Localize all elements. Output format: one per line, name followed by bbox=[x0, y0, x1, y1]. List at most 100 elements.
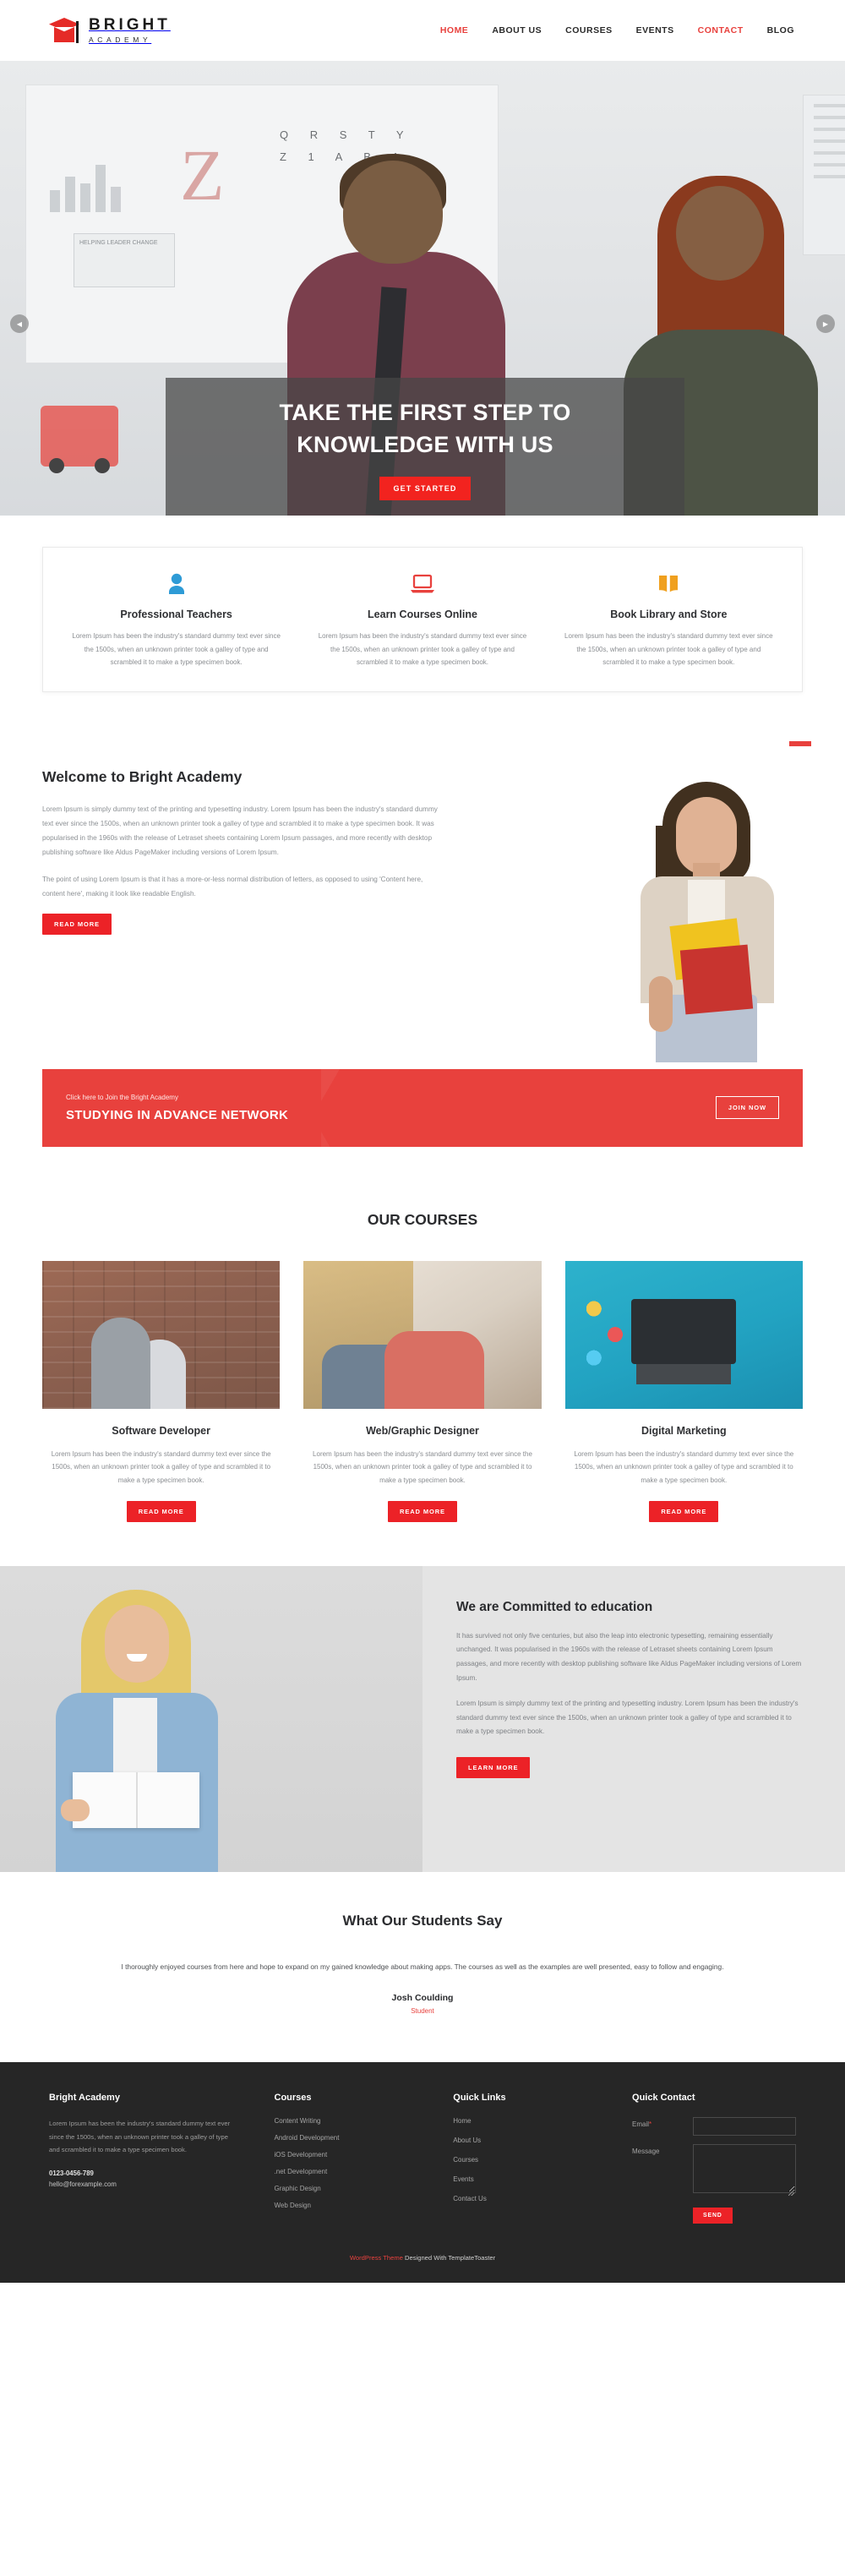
course-image bbox=[42, 1260, 281, 1409]
feature-title: Learn Courses Online bbox=[368, 609, 477, 620]
committed-paragraph-1: It has survived not only five centuries,… bbox=[456, 1631, 802, 1682]
welcome-read-more-button[interactable]: READ MORE bbox=[42, 914, 112, 936]
nav-item-events[interactable]: EVENTS bbox=[635, 20, 676, 41]
nav-item-home[interactable]: HOME bbox=[439, 20, 471, 41]
welcome-section: Welcome to Bright Academy Lorem Ipsum is… bbox=[0, 725, 845, 1069]
learn-more-button[interactable]: LEARN MORE bbox=[456, 1757, 531, 1779]
footer-credit: WordPress Theme Designed With TemplateTo… bbox=[350, 2254, 495, 2262]
feature-book-library-and-store: Book Library and Store Lorem Ipsum has b… bbox=[546, 570, 792, 669]
courses-grid: Software Developer Lorem Ipsum has been … bbox=[42, 1260, 803, 1522]
open-book-icon bbox=[563, 570, 775, 598]
footer-credit-text: Designed With TemplateToaster bbox=[402, 2254, 496, 2262]
course-text: Lorem Ipsum has been the industry's stan… bbox=[51, 1449, 271, 1484]
footer-about-column: Bright Academy Lorem Ipsum has been the … bbox=[49, 2093, 275, 2224]
footer-bottom-bar: WordPress Theme Designed With TemplateTo… bbox=[49, 2224, 796, 2283]
footer-about-text: Lorem Ipsum has been the industry's stan… bbox=[49, 2120, 231, 2154]
email-label-text: Email bbox=[632, 2120, 650, 2129]
logo-text: BRIGHT ACADEMY bbox=[89, 17, 171, 44]
nav-item-courses[interactable]: COURSES bbox=[564, 20, 613, 41]
footer-quick-contact-column: Quick Contact Email* Message SEND bbox=[632, 2093, 797, 2224]
feature-text: Lorem Ipsum has been the industry's stan… bbox=[318, 632, 527, 667]
message-field[interactable] bbox=[693, 2144, 797, 2194]
footer-link-content-writing[interactable]: Content Writing bbox=[275, 2117, 454, 2125]
feature-professional-teachers: Professional Teachers Lorem Ipsum has be… bbox=[53, 570, 299, 669]
join-subtitle: Click here to Join the Bright Academy bbox=[66, 1093, 178, 1101]
logo-primary-text: BRIGHT bbox=[89, 16, 171, 35]
footer-phone[interactable]: 0123-0456-789 bbox=[49, 2169, 241, 2177]
course-text: Lorem Ipsum has been the industry's stan… bbox=[574, 1449, 794, 1484]
feature-title: Book Library and Store bbox=[610, 609, 728, 620]
email-form-row: Email* bbox=[632, 2117, 797, 2137]
footer-link-about-us[interactable]: About Us bbox=[453, 2137, 632, 2144]
decorative-red-tab bbox=[789, 740, 811, 746]
site-logo[interactable]: BRIGHT ACADEMY bbox=[49, 16, 171, 45]
resize-grip-icon[interactable] bbox=[788, 2190, 795, 2197]
logo-secondary-text: ACADEMY bbox=[89, 35, 152, 45]
testimonial-role: Student bbox=[411, 2007, 434, 2016]
footer-courses-title: Courses bbox=[274, 2093, 312, 2104]
course-read-more-button[interactable]: READ MORE bbox=[126, 1500, 196, 1522]
feature-learn-courses-online: Learn Courses Online Lorem Ipsum has bee… bbox=[299, 570, 545, 669]
get-started-button[interactable]: GET STARTED bbox=[379, 476, 472, 500]
course-read-more-button[interactable]: READ MORE bbox=[649, 1500, 719, 1522]
course-card-digital-marketing: Digital Marketing Lorem Ipsum has been t… bbox=[564, 1260, 803, 1522]
nav-item-blog[interactable]: BLOG bbox=[766, 20, 796, 41]
email-field[interactable] bbox=[693, 2117, 797, 2137]
course-text: Lorem Ipsum has been the industry's stan… bbox=[313, 1449, 532, 1484]
required-asterisk: * bbox=[649, 2120, 652, 2129]
footer-link-events[interactable]: Events bbox=[453, 2175, 632, 2183]
features-section: Professional Teachers Lorem Ipsum has be… bbox=[0, 516, 845, 726]
committed-title: We are Committed to education bbox=[456, 1599, 653, 1614]
footer-about-title: Bright Academy bbox=[49, 2093, 120, 2104]
courses-section-title: OUR COURSES bbox=[367, 1210, 478, 1228]
user-icon bbox=[70, 570, 282, 598]
send-button[interactable]: SEND bbox=[693, 2208, 733, 2224]
course-read-more-button[interactable]: READ MORE bbox=[388, 1500, 457, 1522]
footer-link-android-development[interactable]: Android Development bbox=[275, 2134, 454, 2142]
committed-text-column: We are Committed to education It has sur… bbox=[422, 1566, 845, 1872]
email-label: Email* bbox=[632, 2117, 693, 2128]
hero-caption-panel: TAKE THE FIRST STEP TO KNOWLEDGE WITH US… bbox=[166, 378, 684, 516]
footer-link-contact-us[interactable]: Contact Us bbox=[453, 2195, 632, 2202]
features-card: Professional Teachers Lorem Ipsum has be… bbox=[42, 547, 803, 692]
testimonial-author: Josh Coulding bbox=[391, 1993, 454, 2004]
hero-title-line2: KNOWLEDGE WITH US bbox=[297, 432, 553, 458]
footer-contact-title: Quick Contact bbox=[632, 2093, 695, 2104]
slider-next-button[interactable]: ▶ bbox=[816, 314, 835, 333]
message-label: Message bbox=[632, 2148, 660, 2156]
testimonials-title: What Our Students Say bbox=[342, 1912, 503, 1929]
page-root: BRIGHT ACADEMY HOME ABOUT US COURSES EVE… bbox=[0, 0, 845, 2284]
site-footer: Bright Academy Lorem Ipsum has been the … bbox=[0, 2062, 845, 2284]
footer-link-courses[interactable]: Courses bbox=[453, 2156, 632, 2164]
feature-text: Lorem Ipsum has been the industry's stan… bbox=[72, 632, 281, 667]
course-title: Digital Marketing bbox=[641, 1424, 727, 1437]
site-header: BRIGHT ACADEMY HOME ABOUT US COURSES EVE… bbox=[0, 0, 845, 61]
hero-slider: Z Q R S T Y Z 1 A B 1 HELPING LEADER CHA… bbox=[0, 61, 845, 516]
footer-link-ios-development[interactable]: iOS Development bbox=[275, 2151, 454, 2158]
footer-link-net-development[interactable]: .net Development bbox=[275, 2168, 454, 2175]
nav-item-about-us[interactable]: ABOUT US bbox=[490, 20, 543, 41]
footer-link-graphic-design[interactable]: Graphic Design bbox=[275, 2185, 454, 2192]
testimonial-quote: I thoroughly enjoyed courses from here a… bbox=[121, 1962, 724, 1971]
welcome-paragraph-1: Lorem Ipsum is simply dummy text of the … bbox=[42, 805, 438, 856]
welcome-title: Welcome to Bright Academy bbox=[42, 767, 243, 785]
footer-link-home[interactable]: Home bbox=[453, 2117, 632, 2125]
slider-prev-button[interactable]: ◀ bbox=[10, 314, 29, 333]
join-banner: Click here to Join the Bright Academy ST… bbox=[42, 1068, 803, 1147]
welcome-text-column: Welcome to Bright Academy Lorem Ipsum is… bbox=[42, 765, 439, 936]
chevron-right-icon: ▶ bbox=[822, 319, 829, 328]
footer-email[interactable]: hello@forexample.com bbox=[49, 2180, 241, 2188]
student-with-books-photo bbox=[625, 781, 786, 1062]
course-image bbox=[303, 1260, 542, 1409]
footer-credit-link[interactable]: WordPress Theme bbox=[350, 2254, 403, 2262]
footer-link-web-design[interactable]: Web Design bbox=[275, 2202, 454, 2209]
nav-item-contact[interactable]: CONTACT bbox=[696, 20, 745, 41]
whiteboard-note-text: HELPING LEADER CHANGE bbox=[79, 240, 158, 246]
join-now-button[interactable]: JOIN NOW bbox=[715, 1096, 779, 1120]
course-image bbox=[564, 1260, 803, 1409]
footer-quick-links-title: Quick Links bbox=[453, 2093, 506, 2104]
committed-section: We are Committed to education It has sur… bbox=[0, 1565, 845, 1872]
join-title: STUDYING IN ADVANCE NETWORK bbox=[66, 1107, 289, 1122]
course-card-web-graphic-designer: Web/Graphic Designer Lorem Ipsum has bee… bbox=[303, 1260, 542, 1522]
message-form-row: Message bbox=[632, 2144, 797, 2197]
